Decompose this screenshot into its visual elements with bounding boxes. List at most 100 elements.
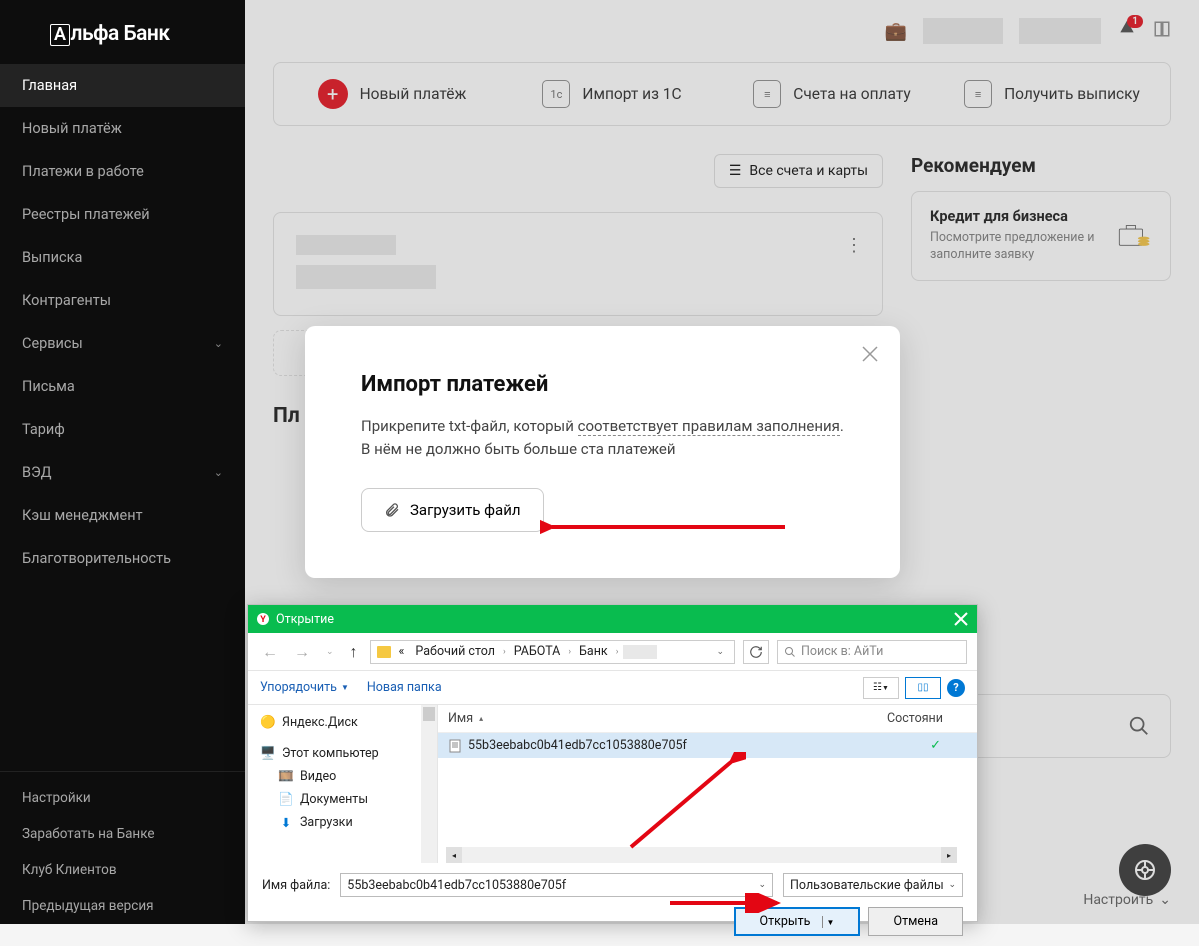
briefcase-coins-icon [1117, 216, 1152, 256]
list-scrollbar[interactable]: ◂▸ [446, 847, 957, 863]
help-icon[interactable]: ? [947, 679, 965, 697]
dialog-search-input[interactable]: Поиск в: АйТи [777, 640, 967, 664]
nav-settings[interactable]: Настройки [0, 780, 245, 816]
tree-videos[interactable]: 🎞️ Видео [256, 765, 429, 788]
chevron-down-icon: ⌄ [214, 337, 223, 350]
dialog-buttons: Открыть ▼ Отмена [248, 907, 977, 946]
action-import-1c[interactable]: 1с Импорт из 1С [502, 79, 722, 109]
nav-payments-in-progress[interactable]: Платежи в работе [0, 150, 245, 193]
action-get-statement[interactable]: ≡ Получить выписку [942, 79, 1162, 109]
tree-scrollbar[interactable] [421, 705, 437, 863]
quick-actions: + Новый платёж 1с Импорт из 1С ≡ Счета н… [273, 62, 1171, 126]
rules-link[interactable]: соответствует правилам заполнения [578, 417, 840, 436]
nav-previous-version[interactable]: Предыдущая версия [0, 888, 245, 924]
action-invoices[interactable]: ≡ Счета на оплату [722, 79, 942, 109]
view-preview-button[interactable]: ▯▯ [905, 677, 941, 699]
folder-tree: 🟡 Яндекс.Диск 🖥️ Этот компьютер 🎞️ Видео… [248, 705, 438, 863]
file-list: Имя ▴ Состояни 55b3eebabc0b41edb7cc10538… [438, 705, 977, 863]
refresh-button[interactable] [743, 640, 769, 664]
search-icon[interactable] [1128, 715, 1150, 737]
file-row-selected[interactable]: 55b3eebabc0b41edb7cc1053880e705f ✓ [438, 733, 977, 758]
file-list-header: Имя ▴ Состояни [438, 705, 977, 733]
recommend-title: Рекомендуем [911, 154, 1171, 177]
sync-ok-icon: ✓ [930, 738, 967, 753]
video-icon: 🎞️ [278, 770, 294, 784]
sidebar: AАльфа Банкльфа Банк Главная Новый платё… [0, 0, 245, 924]
open-button[interactable]: Открыть ▼ [734, 907, 861, 936]
logout-icon[interactable] [1153, 20, 1171, 43]
dialog-close-icon[interactable] [953, 611, 969, 627]
all-accounts-button[interactable]: ☰ Все счета и карты [714, 154, 883, 188]
card-menu-icon[interactable]: ⋮ [845, 235, 864, 256]
modal-description: Прикрепите txt-файл, который соответству… [361, 415, 844, 460]
support-fab[interactable] [1119, 844, 1171, 896]
filename-input[interactable]: 55b3eebabc0b41edb7cc1053880e705f ⌄ [340, 873, 773, 897]
dialog-nav-bar: ← → ⌄ ↑ « Рабочий стол › РАБОТА › Банк ›… [248, 633, 977, 671]
nav-counterparties[interactable]: Контрагенты [0, 279, 245, 322]
file-icon [448, 739, 462, 753]
chevron-down-icon: ⌄ [948, 880, 956, 890]
cancel-button[interactable]: Отмена [868, 907, 963, 936]
nav-earn[interactable]: Заработать на Банке [0, 816, 245, 852]
briefcase-icon[interactable]: 💼 [885, 21, 907, 42]
column-name[interactable]: Имя ▴ [448, 711, 887, 726]
plus-icon: + [318, 79, 348, 109]
dialog-filename-row: Имя файла: 55b3eebabc0b41edb7cc1053880e7… [248, 863, 977, 907]
notifications-icon[interactable]: 1 [1117, 19, 1137, 44]
breadcrumb-path[interactable]: « Рабочий стол › РАБОТА › Банк › ⌄ [370, 640, 735, 664]
nav-payment-registers[interactable]: Реестры платежей [0, 193, 245, 236]
close-icon[interactable] [860, 344, 880, 364]
nav-home[interactable]: Главная [0, 64, 245, 107]
new-folder-button[interactable]: Новая папка [367, 680, 442, 695]
downloads-icon: ⬇ [278, 816, 294, 830]
1c-icon: 1с [542, 80, 570, 108]
nav-back-icon[interactable]: ← [258, 642, 282, 662]
nav-bottom: Настройки Заработать на Банке Клуб Клиен… [0, 771, 245, 924]
column-status[interactable]: Состояни [887, 711, 967, 726]
crumb-work[interactable]: РАБОТА [511, 644, 564, 659]
nav-letters[interactable]: Письма [0, 365, 245, 408]
file-filter-dropdown[interactable]: Пользовательские файлы ⌄ [783, 873, 963, 897]
nav-statement[interactable]: Выписка [0, 236, 245, 279]
folder-icon [377, 646, 391, 658]
configure-dropdown[interactable]: Настроить ⌄ [1083, 892, 1171, 908]
paperclip-icon [384, 502, 400, 518]
dialog-toolbar: Упорядочить ▼ Новая папка ☷ ▼ ▯▯ ? [248, 671, 977, 705]
nav-new-payment[interactable]: Новый платёж [0, 107, 245, 150]
nav-charity[interactable]: Благотворительность [0, 537, 245, 580]
sort-asc-icon: ▴ [479, 714, 483, 723]
nav-ved[interactable]: ВЭД⌄ [0, 451, 245, 494]
search-icon [784, 646, 796, 658]
import-payments-modal: Импорт платежей Прикрепите txt-файл, кот… [305, 326, 900, 578]
logo: AАльфа Банкльфа Банк [0, 0, 245, 64]
recommend-card-credit[interactable]: Кредит для бизнеса Посмотрите предложени… [911, 191, 1171, 281]
dialog-body: 🟡 Яндекс.Диск 🖥️ Этот компьютер 🎞️ Видео… [248, 705, 977, 863]
nav-services[interactable]: Сервисы⌄ [0, 322, 245, 365]
recommend-text: Посмотрите предложение и заполните заявк… [930, 230, 1105, 264]
tree-yandex-disk[interactable]: 🟡 Яндекс.Диск [256, 711, 429, 734]
nav-tariff[interactable]: Тариф [0, 408, 245, 451]
filename-label: Имя файла: [262, 878, 330, 893]
svg-text:Y: Y [260, 615, 266, 625]
recommend-heading: Кредит для бизнеса [930, 208, 1105, 225]
document-icon: ≡ [753, 80, 781, 108]
nav-up-icon[interactable]: ↑ [346, 642, 362, 662]
tree-documents[interactable]: 📄 Документы [256, 788, 429, 811]
nav-club[interactable]: Клуб Клиентов [0, 852, 245, 888]
tree-downloads[interactable]: ⬇ Загрузки [256, 811, 429, 834]
nav-recent-icon[interactable]: ⌄ [322, 647, 338, 657]
upload-file-button[interactable]: Загрузить файл [361, 488, 544, 532]
chevron-down-icon[interactable]: ⌄ [758, 880, 766, 890]
nav-cash-management[interactable]: Кэш менеджмент [0, 494, 245, 537]
nav-forward-icon[interactable]: → [290, 642, 314, 662]
nav-main: Главная Новый платёж Платежи в работе Ре… [0, 64, 245, 771]
view-list-button[interactable]: ☷ ▼ [863, 677, 899, 699]
organize-button[interactable]: Упорядочить ▼ [260, 680, 349, 695]
account-card[interactable]: ⋮ [273, 212, 883, 316]
file-open-dialog: Y Открытие ← → ⌄ ↑ « Рабочий стол › РАБО… [247, 604, 978, 922]
tree-this-pc[interactable]: 🖥️ Этот компьютер [256, 742, 429, 765]
path-dropdown-icon[interactable]: ⌄ [712, 647, 728, 657]
crumb-bank[interactable]: Банк [576, 644, 611, 659]
action-new-payment[interactable]: + Новый платёж [282, 79, 502, 109]
crumb-desktop[interactable]: Рабочий стол [412, 644, 498, 659]
